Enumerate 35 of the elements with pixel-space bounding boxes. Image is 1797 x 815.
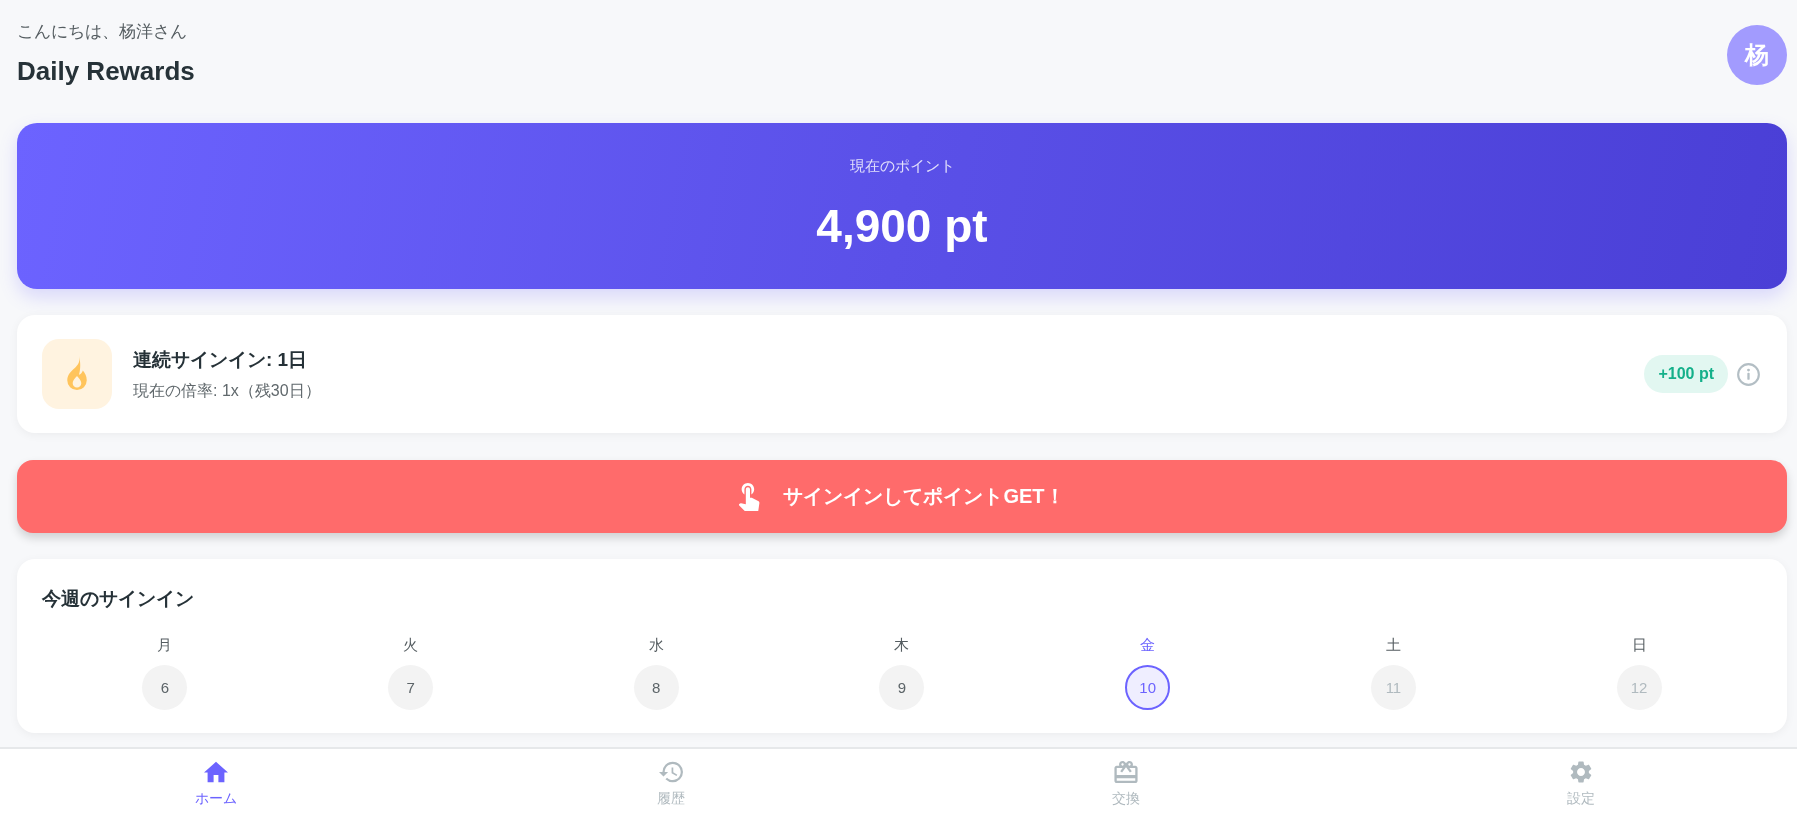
- gift-icon: [1114, 761, 1138, 783]
- sign-in-button[interactable]: サインインしてポイントGET！: [17, 460, 1787, 533]
- flame-icon: [42, 339, 112, 409]
- weekday-label: 火: [403, 635, 419, 655]
- multiplier-text: 現在の倍率: 1x（残30日）: [133, 380, 321, 401]
- nav-tab[interactable]: 設定: [1567, 749, 1595, 811]
- date-circle: 11: [1370, 665, 1416, 710]
- info-icon[interactable]: [1737, 362, 1760, 386]
- weekday-label: 木: [894, 635, 910, 655]
- bonus-badge: +100 pt: [1644, 355, 1728, 393]
- date-circle: 7: [388, 665, 434, 710]
- settings-icon: [1569, 761, 1593, 783]
- nav-tab[interactable]: 交換: [1112, 749, 1140, 811]
- weekday-label: 日: [1631, 635, 1647, 655]
- points-value: 4,900 pt: [816, 200, 988, 252]
- date-circle: 8: [633, 665, 679, 710]
- home-icon: [204, 761, 228, 783]
- weekday-label: 金: [1140, 635, 1156, 655]
- weekday-label: 月: [157, 635, 173, 655]
- greeting-text: こんにちは、杨洋さん: [17, 21, 188, 43]
- date-circle: 6: [142, 665, 188, 710]
- weekday-label: 水: [648, 635, 664, 655]
- date-circle: 12: [1616, 665, 1662, 710]
- hand-icon: [739, 482, 762, 511]
- avatar[interactable]: 杨: [1727, 25, 1787, 85]
- date-circle: 9: [879, 665, 925, 710]
- history-icon: [659, 761, 683, 783]
- weekday-label: 土: [1385, 635, 1401, 655]
- nav-tab[interactable]: ホーム: [195, 749, 237, 811]
- section-title: 今週のサインイン: [42, 587, 194, 611]
- date-circle: 10: [1125, 665, 1171, 710]
- page-title: Daily Rewards: [17, 56, 195, 86]
- points-label: 現在のポイント: [849, 156, 955, 176]
- streak-title: 連続サインイン: 1日: [133, 347, 308, 372]
- nav-tab[interactable]: 履歴: [657, 749, 685, 811]
